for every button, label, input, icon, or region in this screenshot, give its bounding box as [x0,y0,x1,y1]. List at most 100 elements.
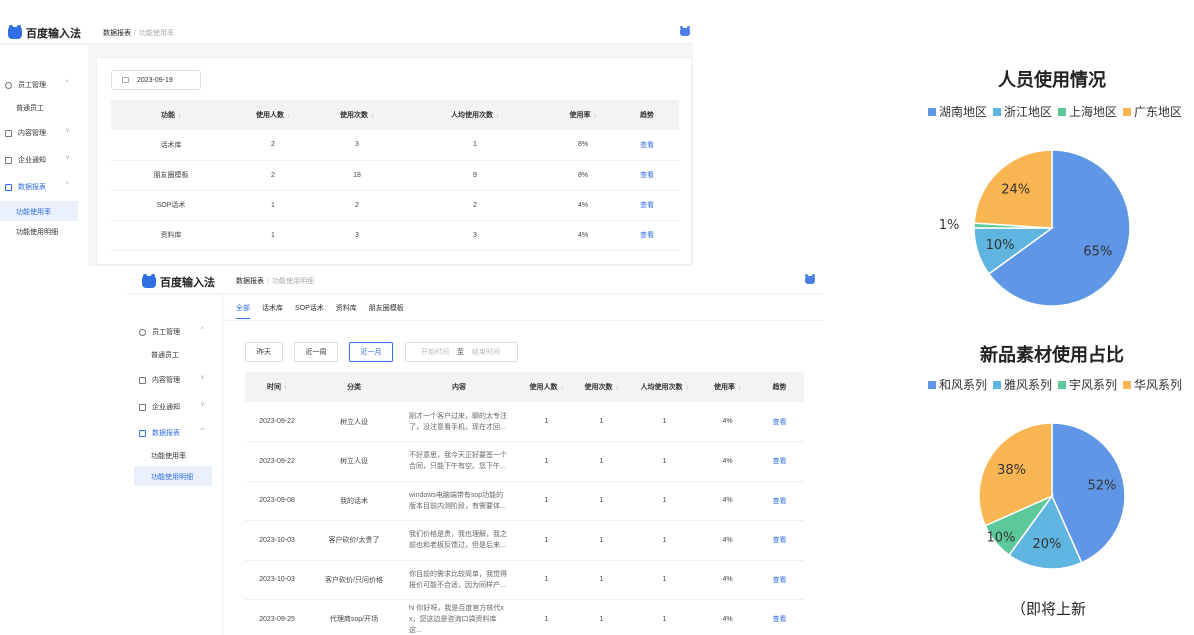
sidebar-subitem-usage-detail[interactable]: 功能使用明细 [16,227,58,237]
table-cell: 1 [519,560,574,600]
view-trend-link[interactable]: 查看 [755,599,804,635]
table-cell: 2 [315,190,399,221]
table-cell: 4% [551,220,615,251]
content-cell: 我们价格是贵，我也理解，我之前也和老板反馈过，但是后来... [399,520,519,561]
sidebar-item-reports[interactable]: 数据报表 [139,428,180,438]
column-header[interactable]: 使用次数 ↕ [574,372,629,402]
sidebar-item-staff[interactable]: 员工管理 [5,80,46,90]
table-cell: 1 [629,520,700,561]
view-trend-link[interactable]: 查看 [755,481,804,521]
tab-material-library[interactable]: 资料库 [336,303,357,319]
chart2-pie: 52% 20% 10% 38% [978,422,1126,570]
sidebar-item-notice[interactable]: 企业通知 [5,155,46,165]
yesterday-button[interactable]: 昨天 [245,342,283,362]
date-range-picker[interactable]: 开始时间 至 结束时间 [405,342,518,362]
last-month-button[interactable]: 近一月 [349,342,393,362]
chevron-down-icon[interactable]: v [66,128,69,134]
legend-item[interactable]: 宇风系列 [1058,376,1117,393]
sidebar-subitem-usage-rate[interactable]: 功能使用率 [151,451,186,461]
sidebar-item-notice[interactable]: 企业通知 [139,402,180,412]
sidebar-subitem-regular-staff[interactable]: 普通员工 [151,350,179,360]
sidebar-item-content[interactable]: 内容管理 [139,375,180,385]
table-cell: 1 [519,481,574,521]
chevron-down-icon[interactable]: v [201,402,204,408]
sort-icon: ↓ [560,385,564,391]
legend-item[interactable]: 华风系列 [1123,376,1182,393]
legend-label: 浙江地区 [1004,105,1053,119]
sidebar-subitem-usage-detail[interactable]: 功能使用明细 [134,466,212,486]
top-header [127,266,822,294]
legend-item[interactable]: 浙江地区 [993,103,1052,120]
view-trend-link[interactable]: 查看 [615,220,679,251]
bear-logo-icon [142,274,156,288]
sidebar-subitem-regular-staff[interactable]: 普通员工 [16,103,44,113]
app-logo[interactable]: 百度输入法 [142,274,215,290]
legend-label: 宇风系列 [1069,378,1118,392]
tab-all[interactable]: 全部 [236,303,250,319]
sidebar-item-staff[interactable]: 员工管理 [139,327,180,337]
tab-moments-template[interactable]: 朋友圈模板 [369,303,404,319]
table-cell: 1 [574,560,629,600]
legend-swatch [993,107,1002,116]
column-header[interactable]: 时间 ↕ [245,372,309,402]
column-header[interactable]: 人均使用次数 ↕ [399,100,551,130]
column-header[interactable]: 人均使用次数 ↕ [629,372,700,402]
legend-item[interactable]: 和风系列 [928,376,987,393]
table-cell: 4% [700,402,755,442]
view-trend-link[interactable]: 查看 [755,402,804,442]
legend-swatch [1123,380,1132,389]
tab-script-library[interactable]: 话术库 [262,303,283,319]
view-trend-link[interactable]: 查看 [615,190,679,221]
breadcrumb-current: 功能使用率 [138,30,174,37]
content-cell: hi 你好呀，我是百度官方核代x x，您这边是咨询口袋资料库这... [399,599,519,635]
breadcrumb-parent[interactable]: 数据报表 [103,30,131,37]
view-trend-link[interactable]: 查看 [755,441,804,482]
column-header[interactable]: 使用率 ↕ [551,100,615,130]
legend-item[interactable]: 湖南地区 [928,103,987,120]
sidebar-item-label: 企业通知 [18,157,46,164]
chevron-down-icon[interactable]: v [66,155,69,161]
breadcrumb-parent[interactable]: 数据报表 [236,278,264,285]
chevron-up-icon[interactable]: ^ [66,182,69,188]
chart1-pie: 65% 10% 1% 24% [939,149,1131,307]
table-cell: SOP话术 [111,190,231,221]
date-picker[interactable]: 2023-09-19 [111,70,201,90]
start-date-input[interactable]: 开始时间 [421,347,449,357]
legend-item[interactable]: 雅风系列 [993,376,1052,393]
view-trend-link[interactable]: 查看 [615,130,679,161]
sidebar-item-label: 员工管理 [152,329,180,336]
sort-icon: ↕ [284,385,287,391]
user-avatar-icon[interactable] [805,274,815,284]
legend-item[interactable]: 上海地区 [1058,103,1117,120]
pie-data-label: 65% [1083,244,1112,259]
table-cell: 2 [231,160,315,191]
tab-sop-script[interactable]: SOP话术 [295,303,324,319]
chevron-up-icon[interactable]: ^ [66,80,69,86]
column-header[interactable]: 使用人数 ↓ [519,372,574,402]
sidebar-subitem-usage-rate[interactable]: 功能使用率 [0,201,78,221]
view-trend-link[interactable]: 查看 [755,560,804,600]
column-header[interactable]: 功能 ↕ [111,100,231,130]
view-trend-link[interactable]: 查看 [615,160,679,191]
sort-icon: ↕ [738,385,741,391]
sidebar-item-reports[interactable]: 数据报表 [5,182,46,192]
table-cell: 1 [519,402,574,442]
column-header[interactable]: 使用率 ↕ [700,372,755,402]
chevron-down-icon[interactable]: v [201,375,204,381]
chevron-up-icon[interactable]: ^ [201,327,204,333]
table-cell: 我的话术 [309,481,399,521]
content-cell: 刚才一个客户过来，聊的太专注了，没注意看手机，现在才回... [399,402,519,442]
view-trend-link[interactable]: 查看 [755,520,804,561]
user-avatar-icon[interactable] [680,26,690,36]
end-date-input[interactable]: 结束时间 [472,347,500,357]
table-cell: 代理商sop/开场 [309,599,399,635]
table-cell: 8% [551,130,615,161]
chevron-up-icon[interactable]: ^ [201,428,204,434]
sidebar-item-content[interactable]: 内容管理 [5,128,46,138]
table-cell: 1 [629,481,700,521]
column-header[interactable]: 使用次数 ↕ [315,100,399,130]
last-week-button[interactable]: 近一周 [294,342,338,362]
column-header[interactable]: 使用人数 ↓ [231,100,315,130]
app-logo[interactable]: 百度输入法 [8,25,81,41]
legend-item[interactable]: 广东地区 [1123,103,1182,120]
